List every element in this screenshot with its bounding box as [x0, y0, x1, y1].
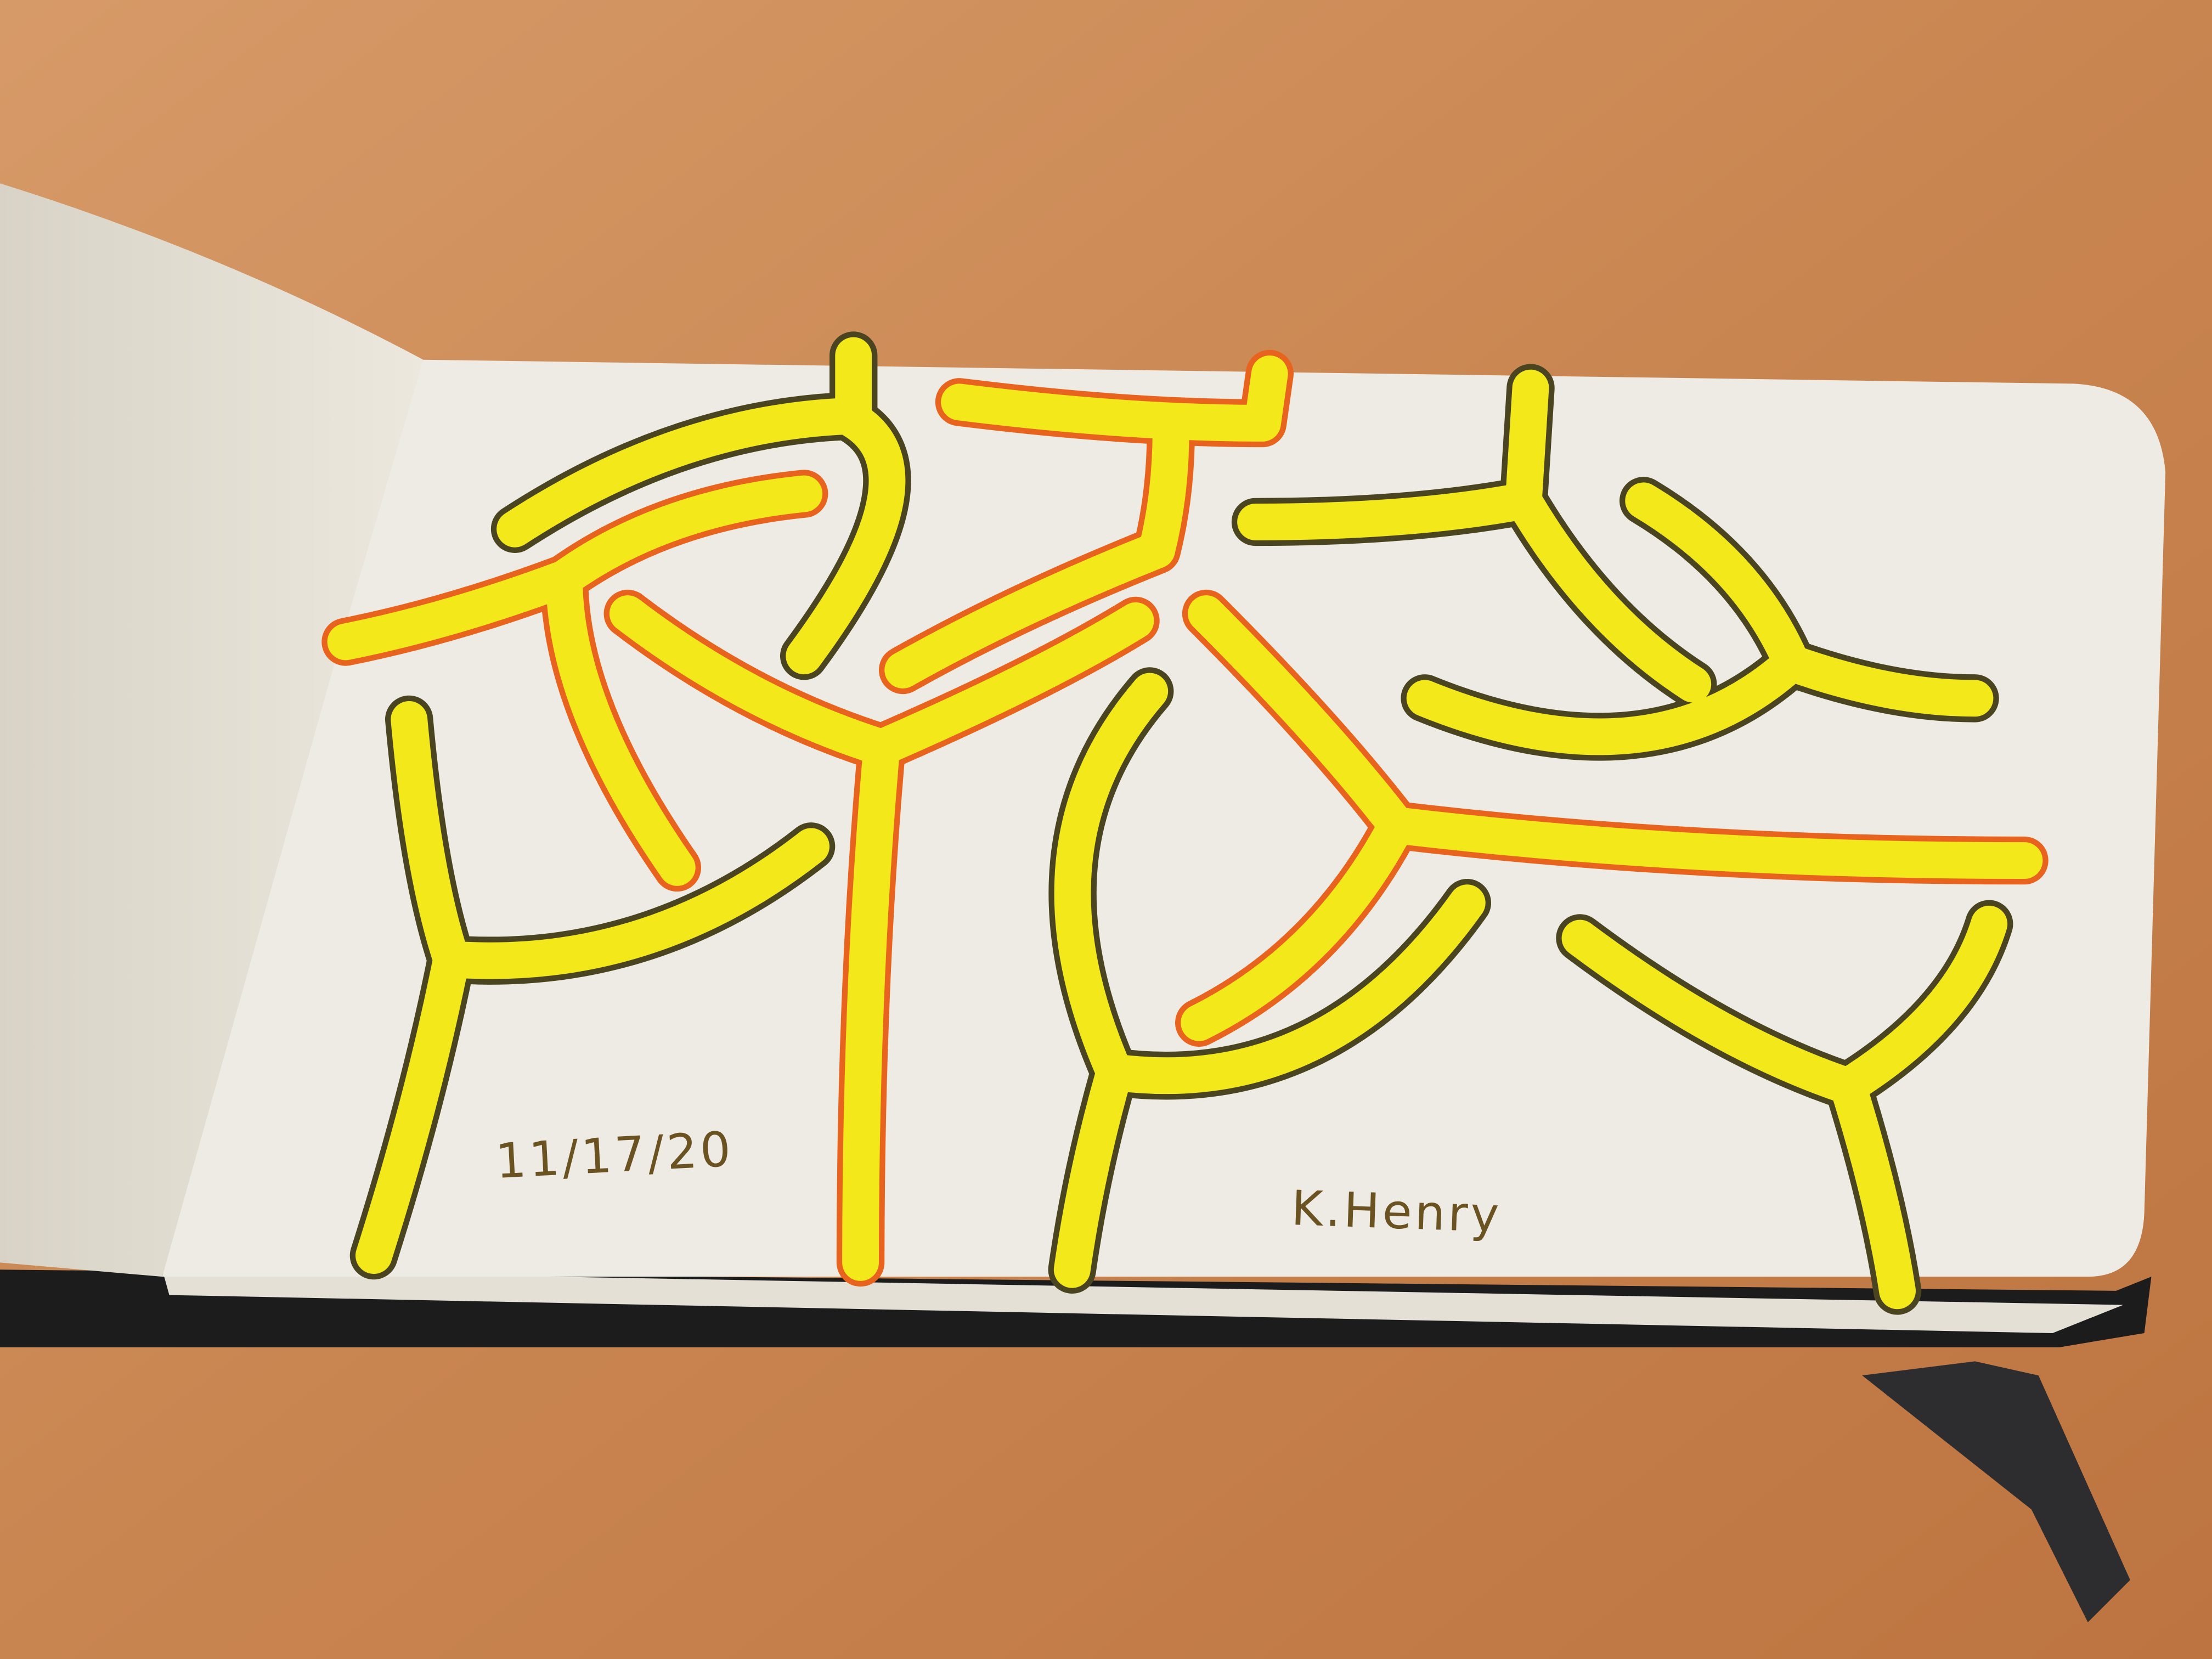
sketchbook-photo: 11/17/20 K.Henry — [0, 0, 2212, 1659]
signature-text: K.Henry — [1290, 1180, 1503, 1243]
